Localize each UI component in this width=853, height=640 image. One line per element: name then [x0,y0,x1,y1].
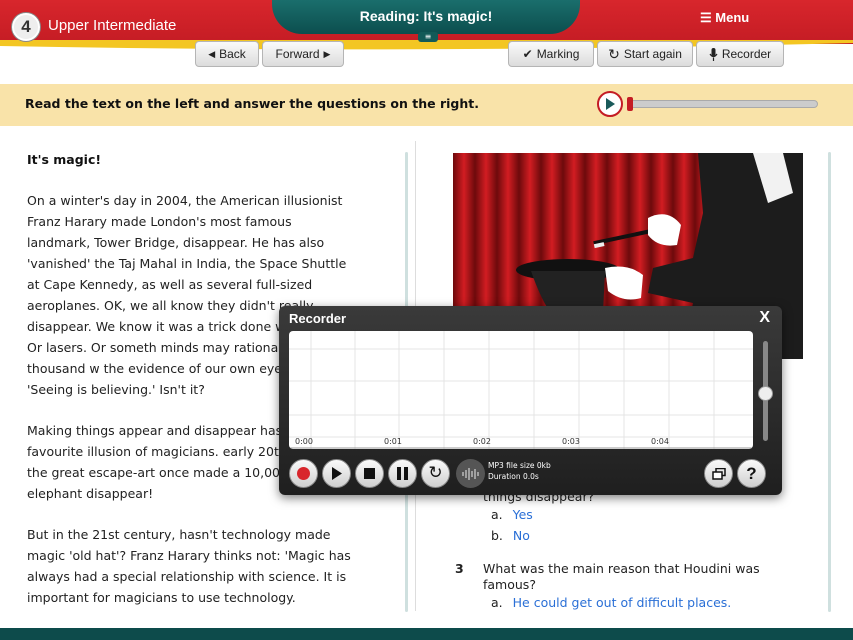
menu-label: Menu [715,10,750,25]
windows-icon [711,467,726,480]
start-again-button[interactable]: ↻ Start again [597,41,693,67]
answer-text: No [512,528,530,543]
answer-letter: a. [491,507,503,522]
app-header: 4 Upper Intermediate Reading: It's magic… [0,0,853,84]
questions-scrollbar[interactable] [828,152,831,612]
detach-window-button[interactable] [704,459,733,488]
duration-text: Duration 0.0s [488,472,539,481]
pause-button[interactable] [388,459,417,488]
answer-option[interactable]: a. Yes [491,507,533,522]
footer-bar [0,628,853,640]
record-icon [297,467,310,480]
question-3-number: 3 [455,561,464,576]
refresh-icon: ↻ [428,463,443,483]
time-tick: 0:03 [562,437,580,446]
answer-letter: b. [491,528,503,543]
help-icon: ? [746,463,757,483]
level-badge: 4 [12,13,40,41]
recorder-dialog[interactable]: Recorder X 0:00 0:01 0:02 0:03 0:04 ↻ MP… [279,306,782,495]
record-button[interactable] [289,459,318,488]
marking-label: Marking [536,47,580,61]
play-icon [332,467,342,480]
back-button[interactable]: ◀ Back [195,41,259,67]
recorder-label: Recorder [721,47,772,61]
time-tick: 0:00 [295,437,313,446]
time-tick: 0:02 [473,437,491,446]
waveform-button[interactable] [456,459,485,488]
close-icon[interactable]: X [759,309,770,327]
instruction-text: Read the text on the left and answer the… [25,96,479,111]
answer-text: Yes [512,507,533,522]
pause-icon [397,467,408,480]
audio-progress-track[interactable] [628,100,818,108]
help-button[interactable]: ? [737,459,766,488]
start-again-label: Start again [623,47,682,61]
microphone-icon [709,47,718,61]
file-size-text: MP3 file size 0kb [488,461,551,470]
answer-option[interactable]: a. He could get out of difficult places. [491,595,731,610]
recorder-title: Recorder [289,311,347,326]
question-3-text: What was the main reason that Houdini wa… [483,561,760,592]
forward-button[interactable]: Forward ▶ [262,41,344,67]
article-paragraph: But in the 21st century, hasn't technolo… [27,527,351,605]
volume-slider-thumb[interactable] [758,386,773,401]
audio-progress-thumb[interactable] [627,97,633,111]
activity-title: Reading: It's magic! [272,0,580,34]
time-tick: 0:04 [651,437,669,446]
answer-text: He could get out of difficult places. [512,595,732,610]
level-name: Upper Intermediate [48,17,177,34]
menu-button[interactable]: ☰ Menu [700,10,749,26]
time-tick: 0:01 [384,437,402,446]
checkmark-icon: ✔ [522,47,533,61]
back-label: Back [219,47,246,61]
list-icon: ☰ [700,10,712,25]
loop-button[interactable]: ↻ [421,459,450,488]
triangle-left-icon: ◀ [208,48,216,59]
restart-icon: ↻ [608,45,620,62]
marking-button[interactable]: ✔ Marking [508,41,594,67]
forward-label: Forward [275,47,320,61]
answer-letter: a. [491,595,503,610]
play-button[interactable] [322,459,351,488]
title-tab-handle[interactable]: ≡ [418,32,438,42]
waveform-graph: 0:00 0:01 0:02 0:03 0:04 [289,331,753,449]
audio-play-button[interactable] [597,91,623,117]
answer-option[interactable]: b. No [491,528,530,543]
recording-info: MP3 file size 0kb Duration 0.0s [488,460,551,482]
play-icon [606,98,615,110]
recorder-button[interactable]: Recorder [696,41,784,67]
stop-button[interactable] [355,459,384,488]
stop-icon [364,468,375,479]
triangle-right-icon: ▶ [323,48,331,59]
article-title: It's magic! [27,152,102,167]
waveform-icon [461,467,479,480]
